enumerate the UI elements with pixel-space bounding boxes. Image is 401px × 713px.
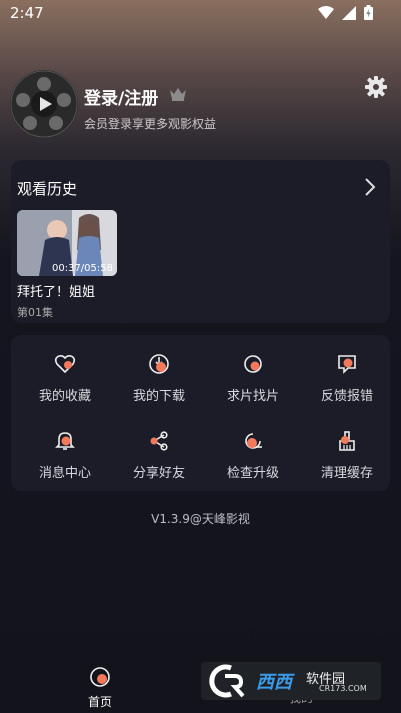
share-icon [150,431,168,451]
status-time: 2:47 [10,4,44,22]
menu-label: 求片找片 [226,389,279,404]
history-item-name[interactable]: 拜托了！姐姐 [17,281,95,300]
history-item-episode: 第01集 [17,306,53,319]
crown-icon [169,86,187,105]
menu-label: 反馈报错 [320,389,373,404]
menu-label: 分享好友 [132,466,185,481]
login-subtitle: 会员登录享更多观影权益 [84,117,217,131]
signal-icon [342,5,356,20]
app-version: V1.3.9@天峰影视 [151,512,250,526]
battery-icon [364,5,373,20]
menu-request[interactable]: 求片找片 [206,353,300,409]
menu-share[interactable]: 分享好友 [112,430,206,486]
menu-feedback[interactable]: 反馈报错 [300,353,394,409]
menu-label: 检查升级 [226,466,279,481]
watch-history-card: 观看历史 00:37/05:58 拜托了！姐姐 第01集 [11,160,390,323]
chevron-right-icon[interactable] [364,178,376,200]
gear-icon[interactable] [365,76,387,102]
menu-favorites[interactable]: 我的收藏 [18,353,112,409]
wifi-icon [318,5,334,20]
menu-label: 消息中心 [38,466,91,481]
broom-icon [339,431,355,451]
watermark-url: CR173.COM [319,684,367,693]
menu-label: 清理缓存 [320,466,373,481]
request-icon [244,355,262,373]
cr-logo-icon [209,664,245,698]
film-reel-icon [10,70,78,138]
nav-home-label: 首页 [87,695,112,709]
download-icon [149,354,169,374]
login-register-link[interactable]: 登录/注册 [84,84,158,109]
menu-messages[interactable]: 消息中心 [18,430,112,486]
status-bar: 2:47 [0,0,401,28]
bell-icon [55,432,75,450]
watch-history-title: 观看历史 [17,180,78,198]
history-thumbnail[interactable]: 00:37/05:58 [17,210,117,276]
watermark-logo: 西西 软件园 CR173.COM [201,662,381,700]
menu-downloads[interactable]: 我的下载 [112,353,206,409]
menu-clear-cache[interactable]: 清理缓存 [300,430,394,486]
history-progress: 00:37/05:58 [51,263,113,274]
nav-home[interactable]: 首页 [70,667,130,710]
feature-menu: 我的收藏 我的下载 求片找片 反馈报错 消息中心 分享好友 检查升级 清理缓存 [11,335,390,491]
feedback-icon [338,355,356,374]
menu-upgrade[interactable]: 检查升级 [206,430,300,486]
status-icons [318,5,373,20]
avatar[interactable] [10,70,78,138]
menu-label: 我的下载 [132,389,185,404]
watermark-brand: 西西 [256,672,292,693]
home-icon [90,667,110,687]
heart-icon [54,354,76,374]
profile-header: 登录/注册 会员登录享更多观影权益 [10,70,391,140]
menu-label: 我的收藏 [38,389,91,404]
upgrade-icon [245,433,262,449]
